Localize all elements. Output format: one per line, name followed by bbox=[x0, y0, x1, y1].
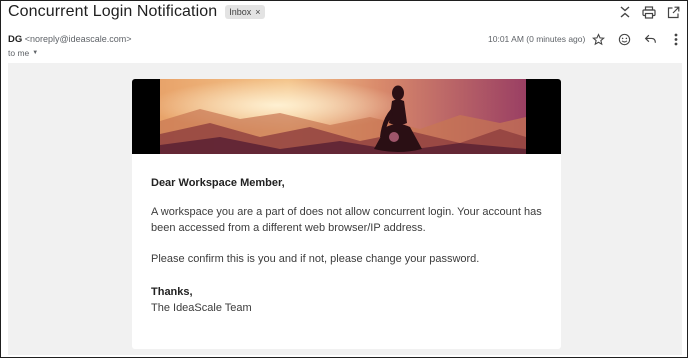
collapse-icon[interactable] bbox=[613, 3, 637, 21]
email-timestamp: 10:01 AM (0 minutes ago) bbox=[488, 34, 586, 44]
print-icon[interactable] bbox=[637, 3, 661, 21]
remove-label-button[interactable]: × bbox=[255, 7, 260, 17]
message-card: Dear Workspace Member, A workspace you a… bbox=[132, 79, 561, 349]
email-view: Concurrent Login Notification Inbox × DG… bbox=[0, 0, 688, 358]
sender-name[interactable]: DG bbox=[8, 34, 22, 45]
emoji-icon[interactable] bbox=[613, 30, 635, 48]
email-body: Dear Workspace Member, A workspace you a… bbox=[8, 63, 682, 355]
message-actions bbox=[587, 30, 687, 48]
email-subject: Concurrent Login Notification bbox=[8, 3, 218, 20]
signature: The IdeaScale Team bbox=[151, 302, 252, 314]
message-paragraph-2: Please confirm this is you and if not, p… bbox=[151, 253, 480, 265]
subject-row: Concurrent Login Notification Inbox × bbox=[8, 1, 265, 23]
sender-info: DG <noreply@ideascale.com> bbox=[8, 34, 131, 45]
message-content: Dear Workspace Member, A workspace you a… bbox=[151, 175, 551, 316]
inbox-label-text: Inbox bbox=[229, 7, 252, 17]
more-vert-icon[interactable] bbox=[665, 30, 687, 48]
open-new-window-icon[interactable] bbox=[661, 3, 685, 21]
header-banner bbox=[132, 79, 561, 154]
star-icon[interactable] bbox=[587, 30, 609, 48]
recipient-details-toggle[interactable]: to me ▼ bbox=[8, 48, 38, 58]
message-paragraph-1: A workspace you are a part of does not a… bbox=[151, 206, 542, 234]
signoff: Thanks, bbox=[151, 286, 193, 298]
meditation-banner-image bbox=[160, 79, 526, 154]
top-toolbar bbox=[613, 3, 685, 21]
inbox-label-badge[interactable]: Inbox × bbox=[225, 5, 265, 19]
reply-icon[interactable] bbox=[639, 30, 661, 48]
greeting: Dear Workspace Member, bbox=[151, 177, 285, 189]
recipient-text: to me bbox=[8, 48, 30, 58]
sender-email: <noreply@ideascale.com> bbox=[24, 34, 132, 44]
chevron-down-icon: ▼ bbox=[32, 50, 39, 56]
